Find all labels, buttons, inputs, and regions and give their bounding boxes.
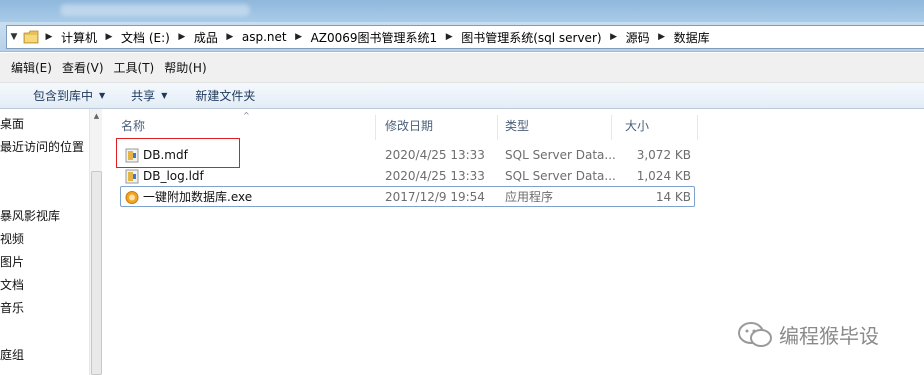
file-modified: 2020/4/25 13:33 [385,148,485,162]
file-modified: 2020/4/25 13:33 [385,169,485,183]
blurred-title [60,4,250,16]
chevron-down-icon: ▼ [99,91,106,100]
breadcrumb-computer[interactable]: 计算机 [57,29,101,46]
breadcrumb-separator-icon[interactable]: ▶ [654,32,670,42]
file-name[interactable]: DB_log.ldf [143,166,204,187]
column-divider[interactable] [697,115,698,140]
watermark-text: 编程猴毕设 [779,324,879,348]
file-type: SQL Server Data... [505,148,616,162]
nav-item-pictures[interactable]: 图片 [0,253,24,270]
breadcrumb-aspnet[interactable]: asp.net [238,30,291,44]
breadcrumb-source[interactable]: 源码 [622,29,654,46]
chevron-down-icon: ▼ [161,91,168,100]
breadcrumb-separator-icon[interactable]: ▶ [41,32,57,42]
scroll-up-icon[interactable]: ▲ [90,112,103,122]
chevron-down-icon[interactable]: ▼ [7,26,21,48]
file-size: 3,072 KB [636,148,691,162]
column-modified[interactable]: 修改日期 [367,112,497,140]
wechat-icon [738,321,772,347]
include-in-library-button[interactable]: 包含到库中 ▼ [0,87,115,104]
menu-view[interactable]: 查看(V) [57,59,109,76]
column-size[interactable]: 大小 [607,112,697,140]
table-row[interactable]: 一键附加数据库.exe 2017/12/9 19:54 应用程序 14 KB [103,187,924,208]
new-folder-label: 新建文件夹 [195,89,256,103]
nav-item-homegroup[interactable]: 庭组 [0,346,24,363]
table-row[interactable]: DB_log.ldf 2020/4/25 13:33 SQL Server Da… [103,166,924,187]
share-label: 共享 [131,89,156,103]
address-bar[interactable]: ▼ ▶ 计算机 ▶ 文档 (E:) ▶ 成品 ▶ asp.net ▶ AZ006… [6,25,924,49]
watermark: 编程猴毕设 [737,320,879,349]
nav-scrollbar[interactable]: ▲ [89,109,102,375]
annotation-highlight-box [116,138,240,168]
nav-item-desktop[interactable]: 桌面 [0,115,24,132]
navigation-pane: 桌面 最近访问的位置 暴风影视库 视频 图片 文档 音乐 庭组 [0,109,102,375]
new-folder-button[interactable]: 新建文件夹 [177,87,265,104]
command-bar: 包含到库中 ▼ 共享 ▼ 新建文件夹 [0,83,924,109]
application-exe-icon [125,191,139,204]
breadcrumb-system[interactable]: 图书管理系统(sql server) [457,29,605,46]
nav-item-documents[interactable]: 文档 [0,276,24,293]
breadcrumb-chengpin[interactable]: 成品 [190,29,222,46]
column-name[interactable]: 名称 [103,112,375,140]
file-name[interactable]: 一键附加数据库.exe [143,187,252,208]
folder-icon [21,26,41,48]
breadcrumb-separator-icon[interactable]: ▶ [441,32,457,42]
breadcrumb-drive-e[interactable]: 文档 (E:) [117,29,174,46]
breadcrumb-separator-icon[interactable]: ▶ [101,32,117,42]
file-modified: 2017/12/9 19:54 [385,190,485,204]
menu-edit[interactable]: 编辑(E) [6,59,57,76]
file-type: 应用程序 [505,190,554,204]
breadcrumb-project[interactable]: AZ0069图书管理系统1 [307,29,442,46]
menu-tools[interactable]: 工具(T) [109,59,160,76]
breadcrumb-separator-icon[interactable]: ▶ [606,32,622,42]
breadcrumb-separator-icon[interactable]: ▶ [291,32,307,42]
menu-bar: 编辑(E) 查看(V) 工具(T) 帮助(H) [0,53,924,83]
nav-item-videos[interactable]: 视频 [0,230,24,247]
share-button[interactable]: 共享 ▼ [115,87,177,104]
scrollbar-thumb[interactable] [91,171,102,375]
address-row: ▼ ▶ 计算机 ▶ 文档 (E:) ▶ 成品 ▶ asp.net ▶ AZ006… [0,22,924,52]
breadcrumb-separator-icon[interactable]: ▶ [174,32,190,42]
nav-item-recent[interactable]: 最近访问的位置 [0,138,84,155]
menu-help[interactable]: 帮助(H) [159,59,211,76]
file-size: 14 KB [655,190,691,204]
breadcrumb-database[interactable]: 数据库 [670,29,714,46]
nav-item-music[interactable]: 音乐 [0,299,24,316]
breadcrumb-separator-icon[interactable]: ▶ [222,32,238,42]
file-size: 1,024 KB [636,169,691,183]
nav-item-baofeng[interactable]: 暴风影视库 [0,207,60,224]
include-in-library-label: 包含到库中 [33,89,94,103]
window-title-bar [0,0,924,22]
column-header: ^ 名称 修改日期 类型 大小 [103,111,924,140]
file-type: SQL Server Data... [505,169,616,183]
database-file-icon [125,169,139,184]
column-type[interactable]: 类型 [487,112,607,140]
